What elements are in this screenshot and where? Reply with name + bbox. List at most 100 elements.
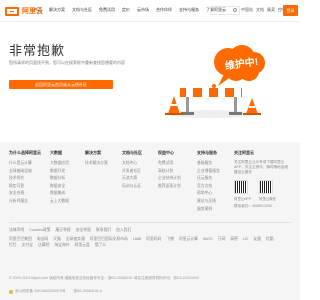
police-record[interactable]: 浙公网安备 33010602009975号: [15, 289, 66, 294]
nav-link-pricing[interactable]: 定价: [122, 7, 130, 13]
footer-link[interactable]: 企业增值服务: [197, 168, 220, 176]
group-link[interactable]: 支付宝: [22, 242, 33, 248]
signin-button[interactable]: 登录: [283, 5, 298, 16]
footer-col-title: 解决方案: [85, 150, 101, 155]
footer-link[interactable]: 天池大赛: [122, 175, 142, 183]
nav-links: 产品 解决方案 文档与社区 免费试用 定价 云市场 合作伙伴 支持与服务 了解阿…: [34, 7, 233, 13]
group-link[interactable]: 高德: [230, 236, 238, 242]
footer-col-solutions: 解决方案 技术解决方案: [85, 150, 108, 168]
group-link[interactable]: 阿里云计算: [179, 236, 198, 242]
footer-link[interactable]: 分析师报告: [9, 198, 41, 206]
contact-phone: 联系我们：4008013260: [234, 203, 272, 208]
nav-link-partners[interactable]: 合作伙伴: [156, 7, 172, 13]
group-link[interactable]: 飞猪: [166, 236, 174, 242]
footer-link[interactable]: 帮助中心: [197, 190, 220, 198]
footer-link[interactable]: 云上大数据: [50, 198, 69, 206]
police-badge-icon: [9, 289, 13, 294]
group-link[interactable]: 钉钉: [9, 242, 17, 248]
footer-link[interactable]: 文档中心: [122, 160, 142, 168]
app-qr-code-icon: [234, 179, 248, 194]
search-input[interactable]: [210, 6, 240, 15]
nav-link-documentation[interactable]: 文档: [256, 7, 264, 13]
footer-col-title: 大数据: [50, 150, 62, 155]
qr-label: 阿里云APP: [234, 196, 251, 201]
error-description: 您所请求的页面找不到，您可以在搜索框中重新查找您想要的内容: [9, 60, 125, 65]
footer-col-title: 文档与社区: [122, 150, 142, 155]
footer-link[interactable]: 全球基础设施: [9, 168, 41, 176]
group-link[interactable]: 阿里云盘: [75, 242, 90, 248]
license-badges: 浙公网安备 33010602009975号 浙B2-20080101-4: [9, 289, 110, 294]
footer-col-title: 权益中心: [158, 150, 174, 155]
group-link[interactable]: 1688: [133, 236, 141, 242]
footer-link-security-report[interactable]: 安全举报: [76, 227, 91, 233]
footer-col-support: 支持与服务 基础服务 企业增值服务 迁云服务 官方文档 帮助中心 建议与反馈 服…: [197, 150, 220, 213]
search-icon[interactable]: [233, 8, 237, 12]
footer-link[interactable]: 什么是云计算: [9, 160, 41, 168]
top-navigation: 阿里云 产品 解决方案 文档与社区 免费试用 定价 云市场 合作伙伴 支持与服务…: [0, 0, 300, 22]
qr-label: 阿里云微信: [258, 196, 276, 201]
footer-link[interactable]: 建议与反馈: [197, 198, 220, 206]
footer-link[interactable]: 数据开发: [50, 168, 69, 176]
nav-link-docs-community[interactable]: 文档与社区: [72, 7, 92, 13]
footer-divider: [9, 222, 291, 223]
nav-link-products[interactable]: 产品: [34, 7, 42, 13]
group-links: 阿里巴巴集团 淘宝网 天猫 全球速卖通 阿里巴巴国际交易市场 1688 阿里妈妈…: [9, 236, 291, 248]
footer-link-legal[interactable]: 法律声明: [9, 227, 24, 233]
group-link[interactable]: 饿了么: [95, 242, 106, 248]
footer-link[interactable]: 安全合规: [9, 190, 41, 198]
footer-link-integrity[interactable]: 廉正举报: [56, 227, 71, 233]
footer-link[interactable]: 技术领先: [9, 175, 41, 183]
nav-link-solutions[interactable]: 解决方案: [49, 7, 65, 13]
footer-link[interactable]: 企业扶持计划: [158, 175, 181, 183]
nav-link-marketplace[interactable]: 云市场: [137, 7, 149, 13]
footer-link[interactable]: 免费试用: [158, 160, 181, 168]
wechat-qr-code-icon: [258, 179, 273, 194]
footer-col-benefits: 权益中心 免费试用 高校计划 企业扶持计划 推荐返现计划: [158, 150, 181, 190]
footer-link[interactable]: 大数据应用: [50, 160, 69, 168]
follow-description: 关注阿里云公众号或下载阿里云APP，关注云资讯，随时随地运维管控云服务: [234, 160, 288, 175]
footer-link[interactable]: 服务案例: [197, 206, 220, 214]
footer-link[interactable]: 高校计划: [158, 168, 181, 176]
group-link[interactable]: UC: [243, 236, 248, 242]
group-link[interactable]: 友盟: [253, 236, 261, 242]
footer-link[interactable]: 基础服务: [197, 160, 220, 168]
group-link[interactable]: 万网: [218, 236, 226, 242]
aliyun-logo-icon: [5, 6, 19, 16]
nav-link-filing[interactable]: 备案: [267, 7, 275, 13]
group-link[interactable]: AliOS: [203, 236, 213, 242]
group-link[interactable]: 阿里妈妈: [146, 236, 161, 242]
return-home-button[interactable]: 返回阿里云首页或从云栖社区: [9, 80, 113, 89]
qr-codes: 阿里云APP 阿里云微信: [234, 179, 290, 201]
footer-link[interactable]: 数据集成: [50, 190, 69, 198]
footer-link-contact[interactable]: 联系我们: [96, 227, 111, 233]
follow-title: 关注阿里云: [234, 150, 254, 155]
icp-license[interactable]: 浙B2-20080101-4: [74, 289, 102, 294]
footer-link[interactable]: 推荐返现计划: [158, 183, 181, 191]
legal-links: 法律声明 Cookies政策 廉正举报 安全举报 联系我们 加入我们: [9, 227, 291, 233]
group-link[interactable]: 优酷: [266, 236, 274, 242]
footer-follow-section: 关注阿里云 关注阿里云公众号或下载阿里云APP，关注云资讯，随时随地运维管控云服…: [234, 150, 290, 209]
footer-link[interactable]: 官方文档: [197, 183, 220, 191]
group-link[interactable]: 淘宝海外: [54, 242, 69, 248]
footer-col-title: 支持与服务: [197, 150, 217, 155]
footer-link[interactable]: 稳定可靠: [9, 183, 41, 191]
footer-col-docs: 文档与社区 文档中心 开发者社区 天池大赛 培训与认证: [122, 150, 142, 190]
group-link[interactable]: 达摩院: [38, 242, 49, 248]
footer-col-bigdata: 大数据 大数据应用 数据开发 数据分析 数据安全 数据集成 云上大数据: [50, 150, 69, 206]
nav-link-support[interactable]: 支持与服务: [179, 7, 199, 13]
footer-link[interactable]: 技术解决方案: [85, 160, 108, 168]
region-selector[interactable]: 中国站: [241, 7, 253, 13]
copyright-text: © 2009-2024 Aliyun.com 版权所有 增值电信业务经营许可证：…: [9, 276, 199, 280]
footer-link[interactable]: 培训与认证: [122, 183, 142, 191]
footer-link[interactable]: 迁云服务: [197, 175, 220, 183]
footer-link[interactable]: 数据分析: [50, 175, 69, 183]
footer-link-cookies[interactable]: Cookies政策: [29, 227, 50, 233]
footer-link[interactable]: 开发者社区: [122, 168, 142, 176]
footer-link-careers[interactable]: 加入我们: [116, 227, 131, 233]
nav-link-free-trial[interactable]: 免费试用: [99, 7, 115, 13]
maintenance-illustration: 维护中!: [165, 45, 265, 118]
footer-link[interactable]: 数据安全: [50, 183, 69, 191]
footer-col-title: 为什么选择阿里云: [9, 150, 41, 155]
page-title: 非常抱歉: [9, 43, 66, 58]
footer-col-why: 为什么选择阿里云 什么是云计算 全球基础设施 技术领先 稳定可靠 安全合规 分析…: [9, 150, 41, 206]
